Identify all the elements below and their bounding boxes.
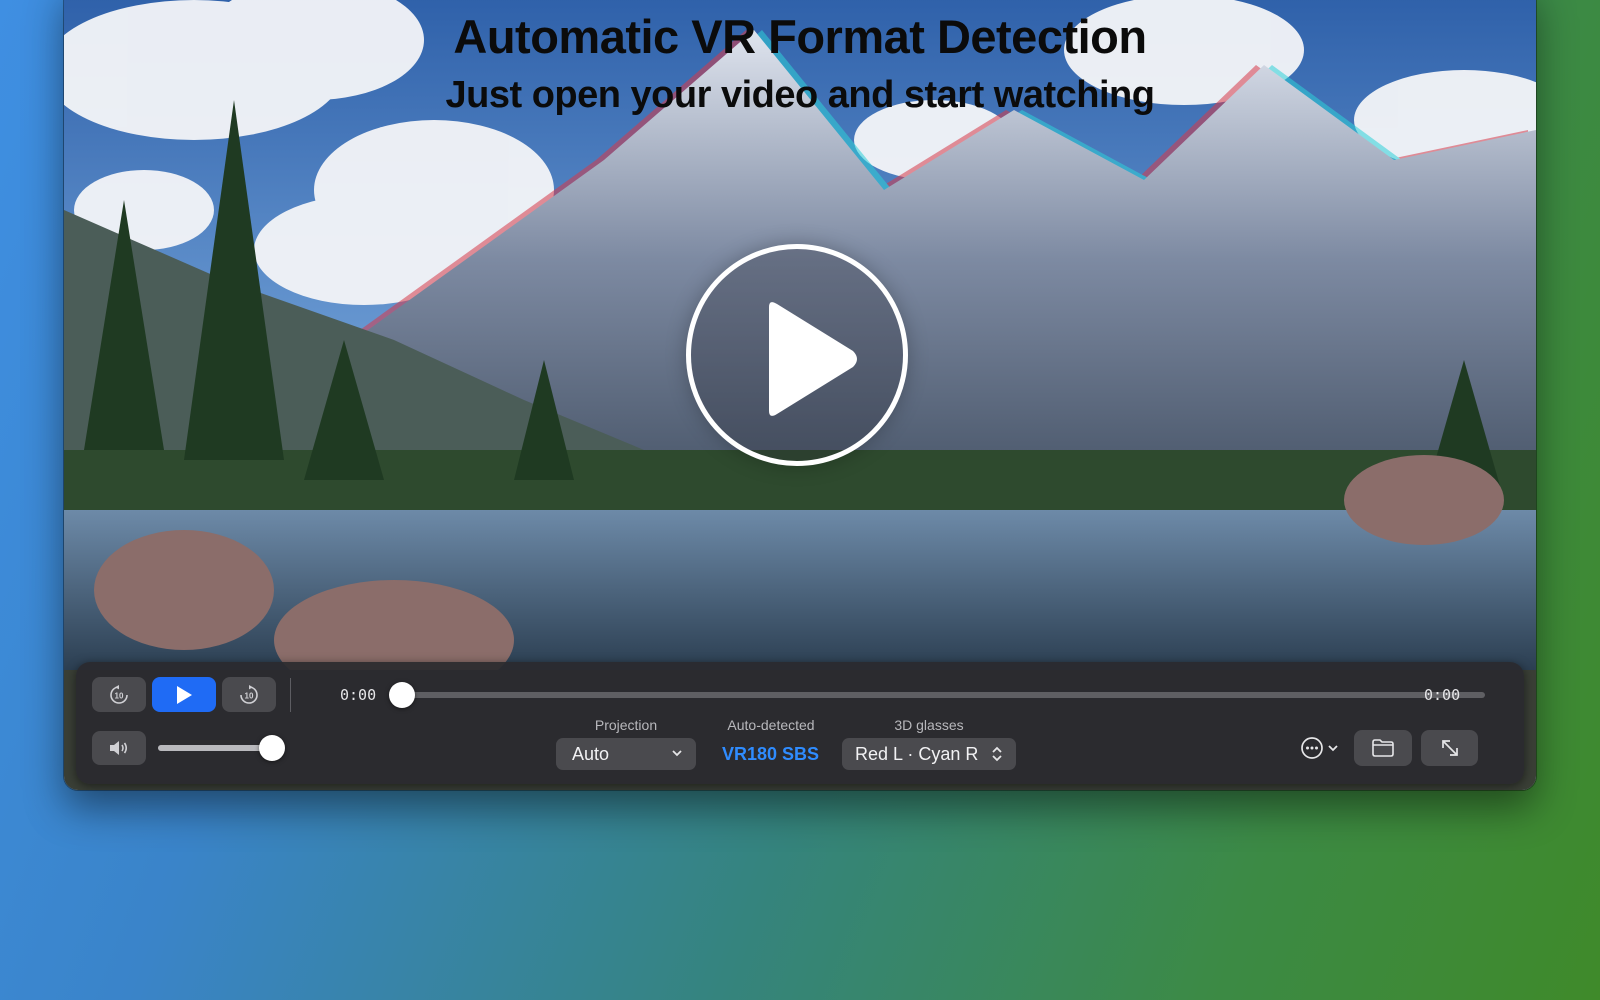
glasses-label: 3D glasses [894, 717, 964, 733]
speaker-icon [110, 741, 128, 755]
skip-back-10-icon: 10 [110, 684, 128, 704]
glasses-select[interactable]: Red L · Cyan R [842, 738, 1016, 770]
skip-back-button[interactable]: 10 [92, 677, 146, 712]
detected-format: VR180 SBS [722, 744, 820, 764]
mute-button[interactable] [92, 731, 146, 765]
duration: 0:00 [1424, 686, 1461, 704]
chevron-down-icon [1328, 745, 1338, 752]
controls-divider [290, 678, 291, 712]
projection-value: Auto [572, 743, 610, 764]
folder-icon [1372, 739, 1394, 757]
chevron-updown-icon [992, 746, 1002, 762]
glasses-value: Red L · Cyan R [855, 743, 979, 764]
svg-text:10: 10 [115, 691, 124, 700]
svg-text:10: 10 [245, 691, 254, 700]
skip-forward-button[interactable]: 10 [222, 677, 276, 712]
current-time: 0:00 [340, 686, 377, 704]
projection-select[interactable]: Auto [556, 738, 696, 770]
volume-level [158, 745, 272, 751]
auto-detected-label: Auto-detected [727, 717, 815, 733]
play-icon [769, 302, 857, 416]
headline-title: Automatic VR Format Detection [453, 10, 1147, 63]
open-file-button[interactable] [1354, 730, 1412, 766]
fullscreen-button[interactable] [1421, 730, 1478, 766]
play-icon [177, 685, 192, 704]
playback-controls: 10 10 0:00 0:00 Projection Auto Auto-det… [76, 662, 1524, 784]
big-play-button[interactable] [686, 244, 908, 466]
skip-forward-10-icon: 10 [240, 684, 258, 704]
timeline-scrubber[interactable] [389, 682, 415, 708]
ellipsis-circle-icon [1301, 737, 1323, 759]
headline-subtitle: Just open your video and start watching [445, 74, 1155, 116]
player-window: Automatic VR Format Detection Just open … [64, 0, 1536, 790]
timeline-track[interactable] [402, 692, 1485, 698]
headline: Automatic VR Format Detection Just open … [64, 8, 1536, 124]
more-options-button[interactable] [1300, 736, 1340, 760]
volume-slider-knob[interactable] [259, 735, 285, 761]
expand-arrows-icon [1441, 740, 1458, 756]
play-button[interactable] [152, 677, 216, 712]
chevron-down-icon [672, 750, 682, 757]
projection-label: Projection [594, 717, 658, 733]
